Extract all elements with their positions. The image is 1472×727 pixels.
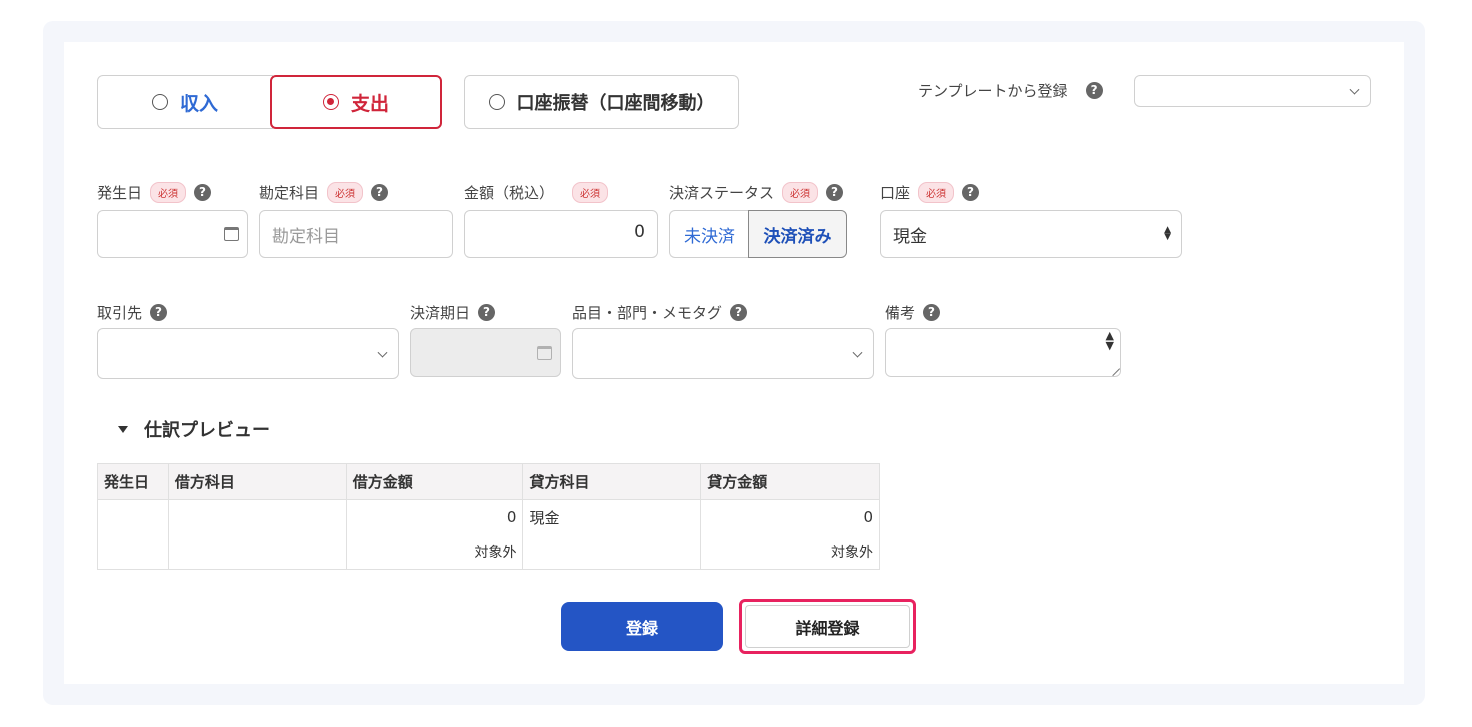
template-select[interactable]	[1134, 75, 1371, 107]
column-header: 借方金額	[345, 463, 524, 500]
account-value: 現金	[893, 227, 927, 247]
template-label: テンプレートから登録	[918, 82, 1068, 100]
date-input[interactable]	[97, 210, 248, 258]
expense-label: 支出	[350, 92, 389, 115]
due-date-input	[410, 328, 561, 377]
table-row: 0 現金 0	[97, 499, 880, 535]
amount-label: 金額（税込）	[464, 184, 555, 202]
help-icon[interactable]: ?	[150, 304, 168, 321]
preview-toggle[interactable]: 仕訳プレビュー	[118, 416, 270, 442]
journal-preview-table: 発生日 借方科目 借方金額 貸方科目 貸方金額 0 現金 0 対象外 対象外	[97, 463, 880, 570]
required-badge: 必須	[150, 182, 187, 203]
spin-arrows-icon[interactable]: ▲ ▼	[1106, 330, 1114, 351]
register-button[interactable]: 登録	[561, 602, 723, 651]
radio-off-icon	[488, 94, 505, 110]
help-icon[interactable]: ?	[194, 184, 212, 201]
status-paid-button[interactable]: 決済済み	[748, 210, 847, 258]
column-header: 借方科目	[167, 463, 347, 500]
empty-cell	[97, 534, 169, 570]
radio-on-icon	[322, 94, 339, 110]
transfer-radio[interactable]: 口座振替（口座間移動）	[464, 75, 739, 129]
memo-label: 備考	[885, 304, 916, 322]
debit-tax-cell: 対象外	[345, 534, 524, 570]
account-select[interactable]: 現金 ▲ ▼	[880, 210, 1182, 258]
credit-tax-cell: 対象外	[700, 534, 880, 570]
account-title-input[interactable]: 勘定科目	[259, 210, 453, 258]
account-label: 口座	[880, 184, 911, 202]
date-label: 発生日	[97, 184, 143, 202]
chevron-down-icon	[377, 347, 388, 358]
account-label-group: 口座 必須 ?	[880, 182, 980, 203]
radio-off-icon	[151, 94, 168, 110]
payment-status-label-group: 決済ステータス 必須 ?	[669, 182, 844, 203]
debit-amount-cell: 0	[345, 499, 524, 535]
memo-label-group: 備考 ?	[885, 302, 941, 323]
table-header-row: 発生日 借方科目 借方金額 貸方科目 貸方金額	[97, 463, 880, 500]
preview-title: 仕訳プレビュー	[144, 420, 270, 441]
help-icon[interactable]: ?	[371, 184, 389, 201]
partner-label-group: 取引先 ?	[97, 302, 168, 323]
required-badge: 必須	[918, 182, 955, 203]
empty-cell	[522, 534, 702, 570]
account-title-label: 勘定科目	[259, 184, 320, 202]
detail-register-button[interactable]: 詳細登録	[745, 605, 910, 648]
calendar-icon	[537, 344, 552, 360]
select-arrows-icon: ▲ ▼	[1164, 225, 1171, 242]
empty-cell	[167, 534, 347, 570]
expense-radio[interactable]: 支出	[270, 75, 442, 129]
table-row: 対象外 対象外	[97, 534, 880, 570]
date-cell	[97, 499, 169, 535]
amount-input[interactable]: 0	[464, 210, 658, 258]
required-badge: 必須	[782, 182, 819, 203]
memo-textarea[interactable]: ▲ ▼	[885, 328, 1121, 377]
template-label-group: テンプレートから登録 ?	[918, 80, 1103, 101]
income-label: 収入	[179, 92, 218, 115]
items-label-group: 品目・部門・メモタグ ?	[572, 302, 748, 323]
resize-handle-icon[interactable]	[1105, 361, 1121, 377]
date-label-group: 発生日 必須 ?	[97, 182, 212, 203]
items-label: 品目・部門・メモタグ	[572, 304, 723, 322]
column-header: 貸方金額	[700, 463, 880, 500]
column-header: 発生日	[97, 463, 169, 500]
credit-account-cell: 現金	[522, 499, 702, 535]
due-date-label: 決済期日	[410, 304, 471, 322]
required-badge: 必須	[572, 182, 609, 203]
required-badge: 必須	[327, 182, 364, 203]
credit-amount-cell: 0	[700, 499, 880, 535]
chevron-down-icon	[1349, 84, 1360, 95]
help-icon[interactable]: ?	[962, 184, 980, 201]
help-icon[interactable]: ?	[730, 304, 748, 321]
partner-select[interactable]	[97, 328, 399, 379]
chevron-down-icon	[852, 347, 863, 358]
status-unpaid-button[interactable]: 未決済	[669, 210, 749, 258]
payment-status-label: 決済ステータス	[669, 184, 775, 202]
income-radio[interactable]: 収入	[97, 75, 273, 129]
detail-register-highlight: 詳細登録	[739, 599, 916, 654]
due-date-label-group: 決済期日 ?	[410, 302, 496, 323]
account-title-label-group: 勘定科目 必須 ?	[259, 182, 389, 203]
debit-account-cell	[167, 499, 347, 535]
calendar-icon[interactable]	[224, 225, 239, 241]
help-icon[interactable]: ?	[478, 304, 496, 321]
items-select[interactable]	[572, 328, 874, 379]
partner-label: 取引先	[97, 304, 143, 322]
help-icon[interactable]: ?	[826, 184, 844, 201]
help-icon[interactable]: ?	[923, 304, 941, 321]
caret-down-icon	[118, 425, 128, 433]
help-icon[interactable]: ?	[1085, 82, 1103, 99]
transfer-label: 口座振替（口座間移動）	[516, 93, 715, 114]
amount-label-group: 金額（税込） 必須	[464, 182, 609, 203]
column-header: 貸方科目	[522, 463, 702, 500]
